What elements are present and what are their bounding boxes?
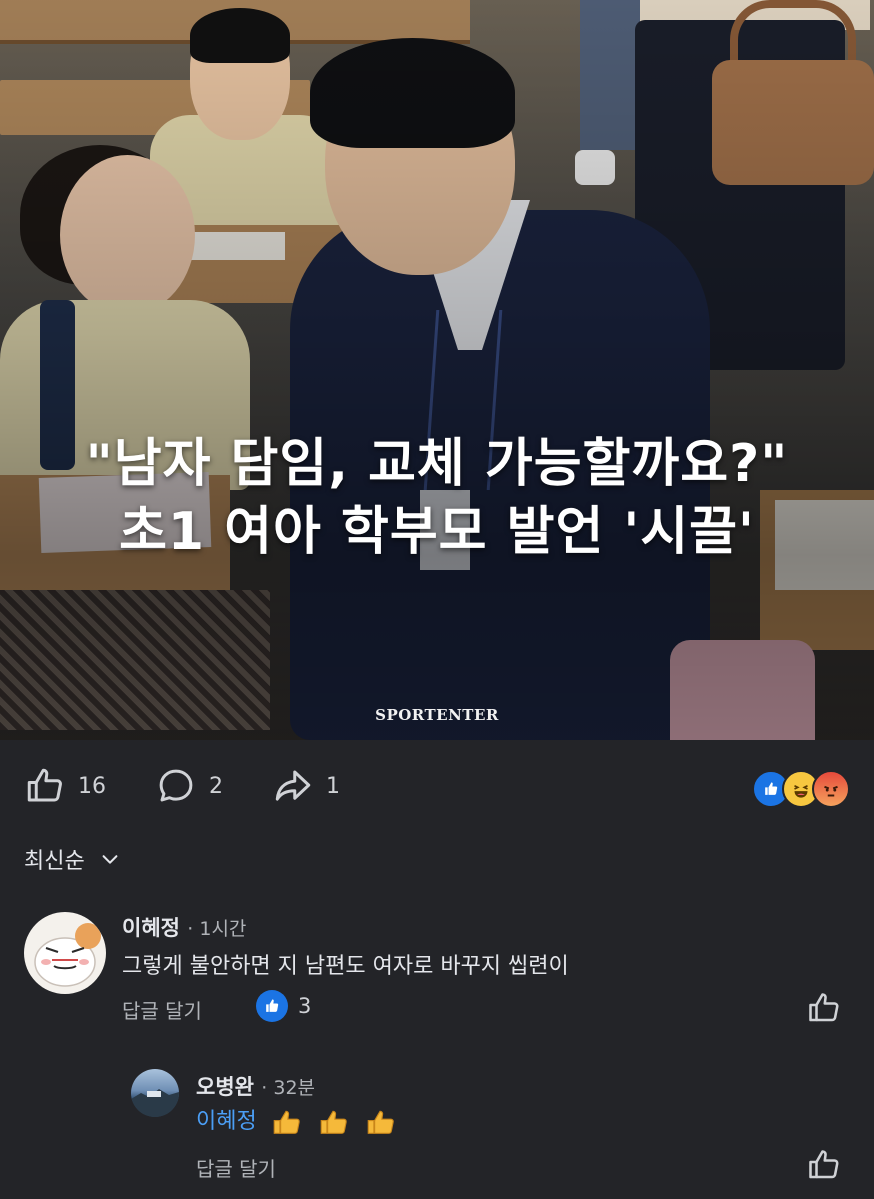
like-button[interactable]: 16 — [24, 765, 106, 807]
post-headline: "남자 담임, 교체 가능할까요?" 초1 여아 학부모 발언 '시끌' — [0, 430, 874, 566]
comment-bubble-icon — [159, 769, 193, 802]
thumbs-up-icon[interactable] — [806, 990, 842, 1026]
headline-line-2: 초1 여아 학부모 발언 '시끌' — [119, 502, 755, 562]
chevron-down-icon — [102, 855, 118, 864]
source-watermark: SPORTENTER — [375, 706, 499, 724]
thumbs-up-icon[interactable] — [806, 1147, 842, 1183]
commenter-name[interactable]: 이혜정 — [122, 916, 180, 940]
comment-like-number: 3 — [298, 994, 312, 1018]
like-reaction-icon — [256, 990, 288, 1022]
comment-button[interactable]: 2 — [155, 765, 223, 807]
post-image[interactable]: "남자 담임, 교체 가능할까요?" 초1 여아 학부모 발언 '시끌' SPO… — [0, 0, 874, 740]
reply-text: 이혜정 — [196, 1103, 398, 1139]
commenter-avatar[interactable] — [24, 912, 106, 994]
sort-label: 최신순 — [24, 849, 85, 874]
thumbs-up-icon — [27, 768, 62, 802]
comment-like-count[interactable]: 3 — [256, 990, 311, 1022]
commenter-name-row: 이혜정 · 1시간 — [122, 912, 246, 942]
like-count: 16 — [78, 773, 106, 799]
reply-button[interactable]: 답글 달기 — [196, 1153, 276, 1182]
post-action-bar: 16 2 1 — [0, 740, 874, 830]
comment-sort-dropdown[interactable]: 최신순 — [24, 843, 121, 875]
reply-button[interactable]: 답글 달기 — [122, 995, 202, 1024]
replier-name[interactable]: 오병완 — [196, 1075, 254, 1099]
share-button[interactable]: 1 — [272, 765, 340, 807]
share-count: 1 — [326, 773, 340, 799]
comment-text: 그렇게 불안하면 지 남편도 여자로 바꾸지 씹련이 — [122, 954, 569, 979]
angry-reaction-icon — [812, 770, 850, 808]
comment-count: 2 — [209, 773, 223, 799]
mention-link[interactable]: 이혜정 — [196, 1109, 257, 1134]
replier-avatar[interactable] — [131, 1069, 179, 1117]
share-arrow-icon — [275, 770, 311, 801]
headline-line-1: "남자 담임, 교체 가능할까요?" — [85, 434, 789, 494]
comment: 이혜정 · 1시간 그렇게 불안하면 지 남편도 여자로 바꾸지 씹련이 답글 … — [0, 900, 874, 1040]
reply-timestamp[interactable]: · 32분 — [261, 1077, 315, 1099]
reaction-summary[interactable] — [752, 770, 850, 808]
replier-name-row: 오병완 · 32분 — [196, 1071, 315, 1101]
thumbs-up-emoji — [264, 1109, 398, 1134]
reply-comment: 오병완 · 32분 이혜정 답글 달기 — [0, 1065, 874, 1195]
image-overlay — [0, 0, 874, 740]
comment-timestamp[interactable]: · 1시간 — [187, 918, 246, 940]
